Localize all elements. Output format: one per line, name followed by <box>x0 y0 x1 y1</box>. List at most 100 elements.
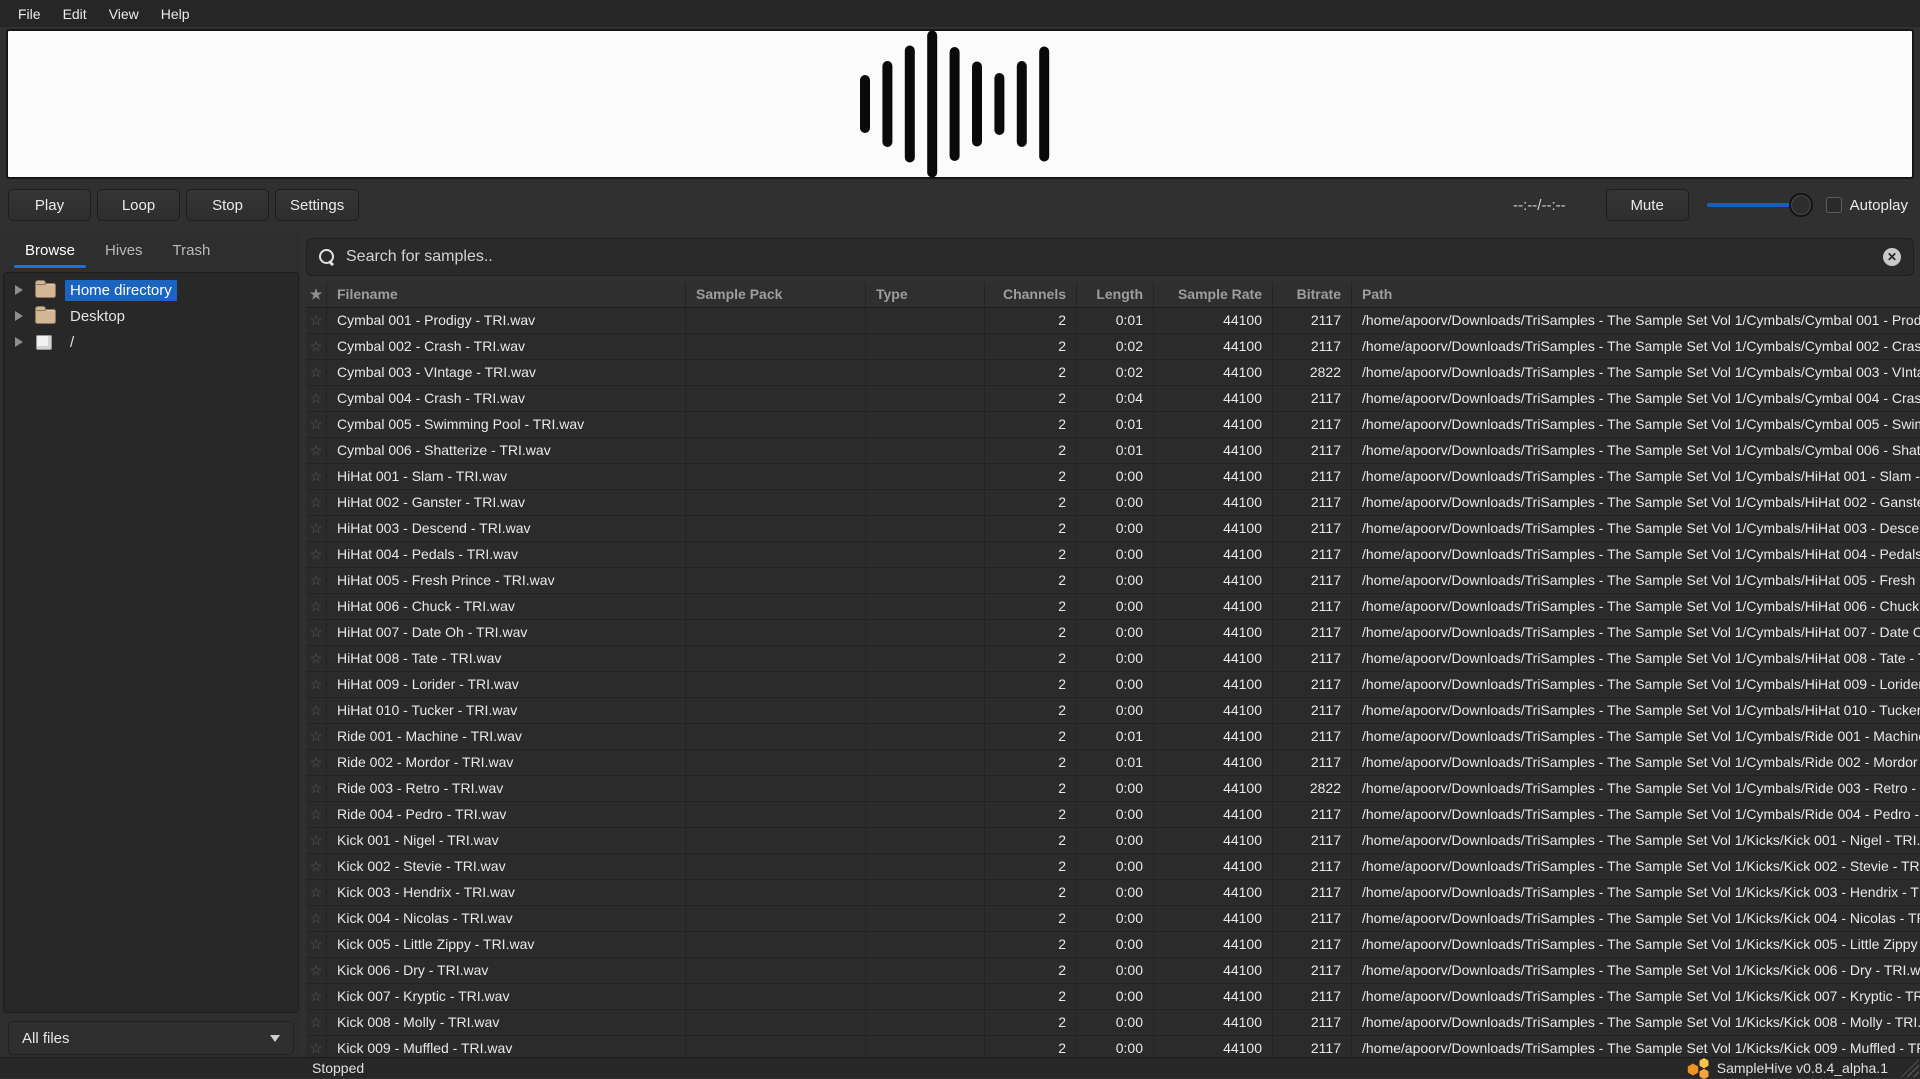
stop-button[interactable]: Stop <box>186 189 269 221</box>
table-row[interactable]: ☆HiHat 006 - Chuck - TRI.wav20:004410021… <box>306 594 1920 620</box>
table-row[interactable]: ☆HiHat 008 - Tate - TRI.wav20:0044100211… <box>306 646 1920 672</box>
table-row[interactable]: ☆Kick 002 - Stevie - TRI.wav20:004410021… <box>306 854 1920 880</box>
table-row[interactable]: ☆HiHat 005 - Fresh Prince - TRI.wav20:00… <box>306 568 1920 594</box>
favorite-star-icon[interactable]: ☆ <box>306 620 327 645</box>
cell-length: 0:00 <box>1077 932 1154 957</box>
favorite-star-icon[interactable]: ☆ <box>306 386 327 411</box>
table-row[interactable]: ☆Kick 003 - Hendrix - TRI.wav20:00441002… <box>306 880 1920 906</box>
cell-channels: 2 <box>985 490 1077 515</box>
menu-item-edit[interactable]: Edit <box>52 2 98 26</box>
table-row[interactable]: ☆Ride 003 - Retro - TRI.wav20:0044100282… <box>306 776 1920 802</box>
favorite-star-icon[interactable]: ☆ <box>306 984 327 1009</box>
volume-slider[interactable] <box>1707 192 1813 218</box>
table-row[interactable]: ☆Ride 002 - Mordor - TRI.wav20:014410021… <box>306 750 1920 776</box>
table-row[interactable]: ☆Cymbal 006 - Shatterize - TRI.wav20:014… <box>306 438 1920 464</box>
waveform-display-panel[interactable] <box>6 29 1914 179</box>
favorite-star-icon[interactable]: ☆ <box>306 360 327 385</box>
favorite-column-header[interactable]: ★ <box>306 282 327 307</box>
favorite-star-icon[interactable]: ☆ <box>306 516 327 541</box>
cell-path: /home/apoorv/Downloads/TriSamples - The … <box>1352 308 1920 333</box>
clear-search-icon[interactable]: ✕ <box>1883 248 1901 266</box>
tab-trash[interactable]: Trash <box>158 236 226 268</box>
favorite-star-icon[interactable]: ☆ <box>306 672 327 697</box>
tree-item-desktop[interactable]: Desktop <box>4 303 298 329</box>
table-row[interactable]: ☆Ride 004 - Pedro - TRI.wav20:0044100211… <box>306 802 1920 828</box>
menu-item-view[interactable]: View <box>98 2 150 26</box>
column-header-type[interactable]: Type <box>866 282 985 307</box>
favorite-star-icon[interactable]: ☆ <box>306 724 327 749</box>
favorite-star-icon[interactable]: ☆ <box>306 646 327 671</box>
favorite-star-icon[interactable]: ☆ <box>306 308 327 333</box>
favorite-star-icon[interactable]: ☆ <box>306 698 327 723</box>
favorite-star-icon[interactable]: ☆ <box>306 854 327 879</box>
expander-icon[interactable] <box>15 285 23 295</box>
play-button[interactable]: Play <box>8 189 91 221</box>
column-header-path[interactable]: Path <box>1352 282 1920 307</box>
menu-item-file[interactable]: File <box>7 2 52 26</box>
cell-path: /home/apoorv/Downloads/TriSamples - The … <box>1352 516 1920 541</box>
favorite-star-icon[interactable]: ☆ <box>306 1010 327 1035</box>
cell-filename: HiHat 006 - Chuck - TRI.wav <box>327 594 686 619</box>
column-header-filename[interactable]: Filename <box>327 282 686 307</box>
favorite-star-icon[interactable]: ☆ <box>306 802 327 827</box>
favorite-star-icon[interactable]: ☆ <box>306 464 327 489</box>
expander-icon[interactable] <box>15 311 23 321</box>
table-row[interactable]: ☆Kick 001 - Nigel - TRI.wav20:0044100211… <box>306 828 1920 854</box>
loop-button[interactable]: Loop <box>97 189 180 221</box>
favorite-star-icon[interactable]: ☆ <box>306 490 327 515</box>
table-row[interactable]: ☆Kick 004 - Nicolas - TRI.wav20:00441002… <box>306 906 1920 932</box>
tab-hives[interactable]: Hives <box>90 236 158 268</box>
column-header-length[interactable]: Length <box>1077 282 1154 307</box>
column-header-channels[interactable]: Channels <box>985 282 1077 307</box>
column-header-sample-rate[interactable]: Sample Rate <box>1154 282 1273 307</box>
favorite-star-icon[interactable]: ☆ <box>306 828 327 853</box>
table-row[interactable]: ☆Cymbal 004 - Crash - TRI.wav20:04441002… <box>306 386 1920 412</box>
table-row[interactable]: ☆HiHat 007 - Date Oh - TRI.wav20:0044100… <box>306 620 1920 646</box>
mute-button[interactable]: Mute <box>1606 189 1689 221</box>
favorite-star-icon[interactable]: ☆ <box>306 542 327 567</box>
volume-slider-thumb[interactable] <box>1789 193 1813 217</box>
table-row[interactable]: ☆Ride 001 - Machine - TRI.wav20:01441002… <box>306 724 1920 750</box>
tree-item-home-directory[interactable]: Home directory <box>4 277 298 303</box>
favorite-star-icon[interactable]: ☆ <box>306 594 327 619</box>
table-row[interactable]: ☆Cymbal 005 - Swimming Pool - TRI.wav20:… <box>306 412 1920 438</box>
resize-grip[interactable] <box>1901 1059 1919 1077</box>
favorite-star-icon[interactable]: ☆ <box>306 412 327 437</box>
favorite-star-icon[interactable]: ☆ <box>306 1036 327 1057</box>
favorite-star-icon[interactable]: ☆ <box>306 932 327 957</box>
favorite-star-icon[interactable]: ☆ <box>306 334 327 359</box>
column-header-sample-pack[interactable]: Sample Pack <box>686 282 866 307</box>
table-row[interactable]: ☆Cymbal 002 - Crash - TRI.wav20:02441002… <box>306 334 1920 360</box>
table-row[interactable]: ☆Kick 007 - Kryptic - TRI.wav20:00441002… <box>306 984 1920 1010</box>
column-header-bitrate[interactable]: Bitrate <box>1273 282 1352 307</box>
table-row[interactable]: ☆HiHat 003 - Descend - TRI.wav20:0044100… <box>306 516 1920 542</box>
favorite-star-icon[interactable]: ☆ <box>306 750 327 775</box>
favorite-star-icon[interactable]: ☆ <box>306 958 327 983</box>
cell-type <box>866 386 985 411</box>
cell-filename: Cymbal 001 - Prodigy - TRI.wav <box>327 308 686 333</box>
tree-item-root[interactable]: / <box>4 329 298 355</box>
favorite-star-icon[interactable]: ☆ <box>306 776 327 801</box>
table-row[interactable]: ☆Cymbal 003 - VIntage - TRI.wav20:024410… <box>306 360 1920 386</box>
settings-button[interactable]: Settings <box>275 189 359 221</box>
tab-browse[interactable]: Browse <box>10 236 90 268</box>
table-row[interactable]: ☆Kick 008 - Molly - TRI.wav20:0044100211… <box>306 1010 1920 1036</box>
favorite-star-icon[interactable]: ☆ <box>306 568 327 593</box>
table-row[interactable]: ☆Kick 009 - Muffled - TRI.wav20:00441002… <box>306 1036 1920 1057</box>
table-row[interactable]: ☆HiHat 004 - Pedals - TRI.wav20:00441002… <box>306 542 1920 568</box>
table-row[interactable]: ☆HiHat 009 - Lorider - TRI.wav20:0044100… <box>306 672 1920 698</box>
search-input[interactable] <box>346 248 1883 266</box>
table-row[interactable]: ☆Kick 006 - Dry - TRI.wav20:00441002117/… <box>306 958 1920 984</box>
autoplay-checkbox[interactable] <box>1826 197 1842 213</box>
table-row[interactable]: ☆HiHat 001 - Slam - TRI.wav20:0044100211… <box>306 464 1920 490</box>
favorite-star-icon[interactable]: ☆ <box>306 880 327 905</box>
table-row[interactable]: ☆HiHat 010 - Tucker - TRI.wav20:00441002… <box>306 698 1920 724</box>
menu-item-help[interactable]: Help <box>150 2 201 26</box>
table-row[interactable]: ☆HiHat 002 - Ganster - TRI.wav20:0044100… <box>306 490 1920 516</box>
favorite-star-icon[interactable]: ☆ <box>306 438 327 463</box>
table-row[interactable]: ☆Cymbal 001 - Prodigy - TRI.wav20:014410… <box>306 308 1920 334</box>
table-row[interactable]: ☆Kick 005 - Little Zippy - TRI.wav20:004… <box>306 932 1920 958</box>
favorite-star-icon[interactable]: ☆ <box>306 906 327 931</box>
expander-icon[interactable] <box>15 337 23 347</box>
file-filter-dropdown[interactable]: All files <box>8 1021 294 1055</box>
